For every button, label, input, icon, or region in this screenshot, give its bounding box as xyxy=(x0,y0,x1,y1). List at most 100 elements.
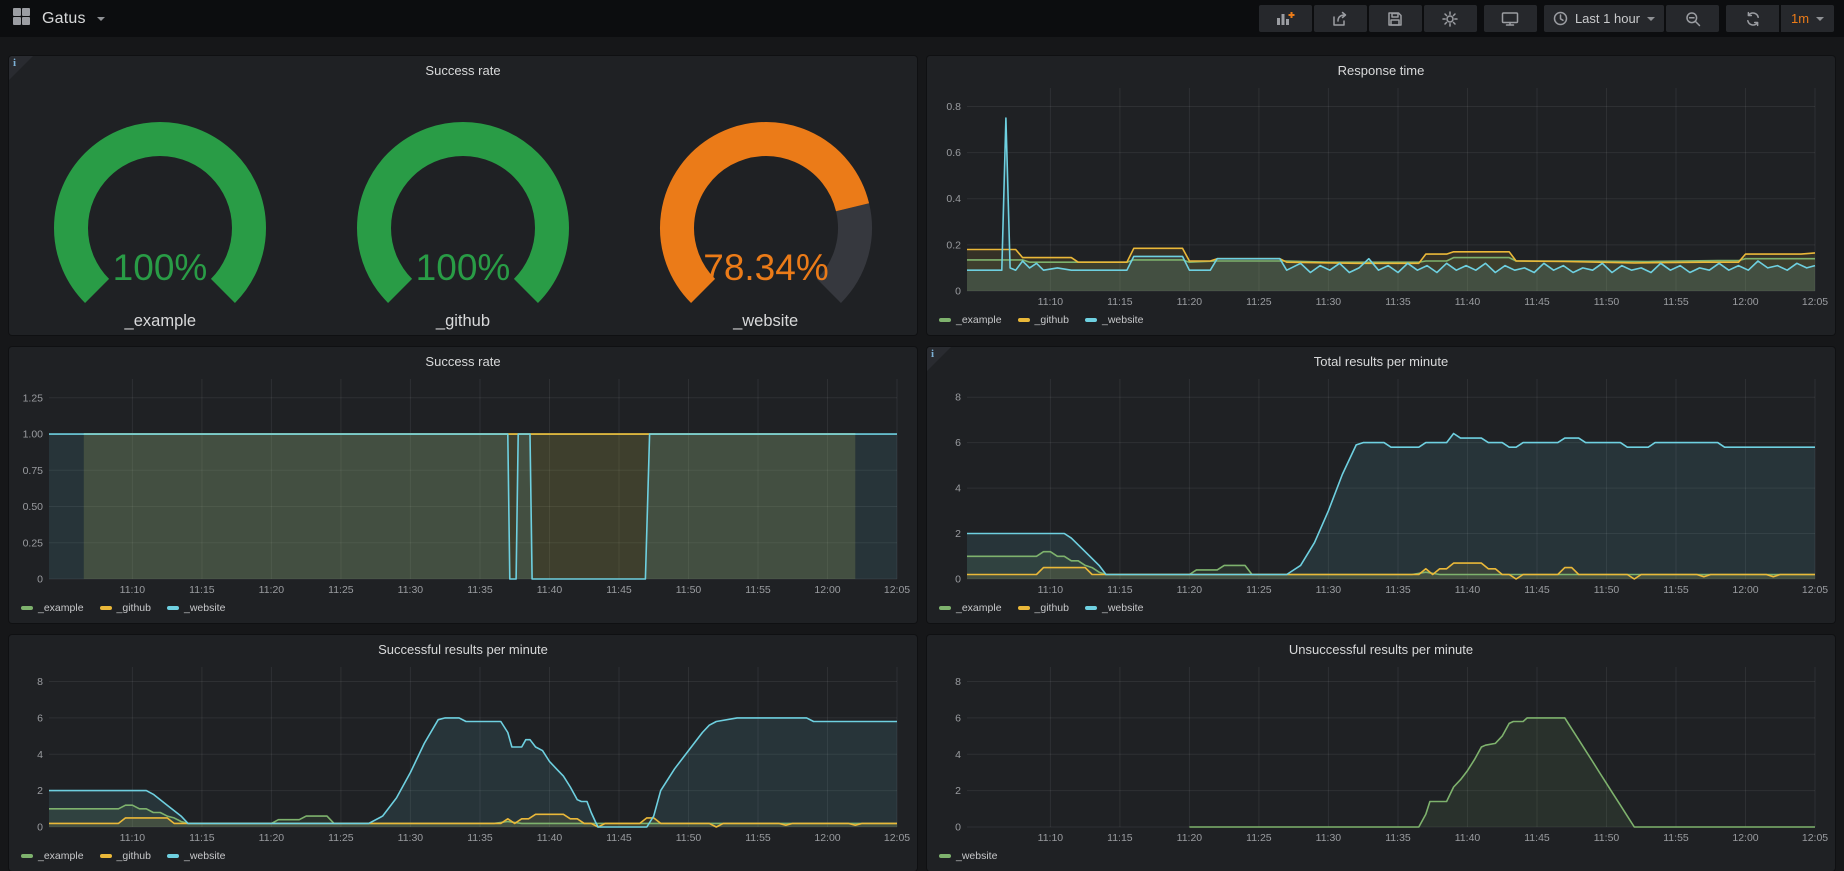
gauge: 100% xyxy=(343,110,583,310)
panel-title[interactable]: Response time xyxy=(927,56,1835,80)
svg-text:12:05: 12:05 xyxy=(1802,832,1828,844)
share-button[interactable] xyxy=(1314,5,1367,32)
legend-item-_example[interactable]: _example xyxy=(939,314,1002,326)
chart-svg[interactable]: 11:1011:1511:2011:2511:3011:3511:4011:45… xyxy=(13,659,913,845)
legend-item-_example[interactable]: _example xyxy=(939,602,1002,614)
svg-text:100%: 100% xyxy=(416,247,511,288)
save-button[interactable] xyxy=(1369,5,1422,32)
svg-text:11:30: 11:30 xyxy=(1316,584,1342,596)
svg-text:0.6: 0.6 xyxy=(946,147,961,159)
chart-svg[interactable]: 11:1011:1511:2011:2511:3011:3511:4011:45… xyxy=(931,659,1831,845)
svg-text:11:25: 11:25 xyxy=(1246,584,1272,596)
legend: _example _github _website xyxy=(9,845,917,871)
svg-text:11:25: 11:25 xyxy=(1246,832,1272,844)
zoom-out-icon xyxy=(1685,11,1701,27)
legend-label: _github xyxy=(117,602,151,614)
legend-item-_website[interactable]: _website xyxy=(167,850,225,862)
svg-text:11:50: 11:50 xyxy=(676,584,702,596)
legend-color-dash xyxy=(167,606,179,610)
legend-label: _github xyxy=(117,850,151,862)
gauge-label: _github xyxy=(436,312,490,331)
svg-text:11:30: 11:30 xyxy=(398,584,424,596)
panel-title[interactable]: Success rate xyxy=(9,347,917,371)
chart-svg[interactable]: 11:1011:1511:2011:2511:3011:3511:4011:45… xyxy=(931,371,1831,597)
legend-item-_github[interactable]: _github xyxy=(1018,314,1069,326)
svg-text:11:15: 11:15 xyxy=(189,584,215,596)
svg-text:0: 0 xyxy=(955,822,961,834)
svg-text:11:50: 11:50 xyxy=(1594,832,1620,844)
svg-text:11:35: 11:35 xyxy=(1385,832,1411,844)
legend-item-_website[interactable]: _website xyxy=(1085,314,1143,326)
svg-text:2: 2 xyxy=(955,785,961,797)
svg-text:12:00: 12:00 xyxy=(814,584,840,596)
legend-item-_example[interactable]: _example xyxy=(21,602,84,614)
time-range-picker[interactable]: Last 1 hour xyxy=(1544,5,1664,32)
legend-item-_github[interactable]: _github xyxy=(100,602,151,614)
panel-success-rate-gauges: i Success rate 100%_example100%_github78… xyxy=(9,56,917,335)
legend-item-_website[interactable]: _website xyxy=(167,602,225,614)
dashboard-caret-down-icon[interactable] xyxy=(97,17,105,21)
svg-text:11:45: 11:45 xyxy=(1524,296,1550,308)
panel-info-corner[interactable]: i xyxy=(927,347,951,371)
dashboard-grid-icon[interactable] xyxy=(12,7,31,31)
legend-item-_github[interactable]: _github xyxy=(100,850,151,862)
add-panel-button[interactable] xyxy=(1259,5,1312,32)
legend-label: _website xyxy=(184,602,225,614)
svg-text:6: 6 xyxy=(955,712,961,724)
success-rate-chart[interactable]: 11:1011:1511:2011:2511:3011:3511:4011:45… xyxy=(13,371,913,597)
legend-label: _website xyxy=(956,850,997,862)
svg-text:0.2: 0.2 xyxy=(946,239,961,251)
panel-info-corner[interactable]: i xyxy=(9,56,33,80)
successful-results-chart[interactable]: 11:1011:1511:2011:2511:3011:3511:4011:45… xyxy=(13,659,913,845)
svg-text:11:20: 11:20 xyxy=(1177,296,1203,308)
legend-item-_github[interactable]: _github xyxy=(1018,602,1069,614)
legend-item-_example[interactable]: _example xyxy=(21,850,84,862)
legend-color-dash xyxy=(1018,318,1030,322)
svg-text:11:10: 11:10 xyxy=(1038,296,1064,308)
svg-text:11:20: 11:20 xyxy=(259,832,285,844)
panel-title[interactable]: Total results per minute xyxy=(927,347,1835,371)
svg-text:11:25: 11:25 xyxy=(328,832,354,844)
chart-svg[interactable]: 11:1011:1511:2011:2511:3011:3511:4011:45… xyxy=(931,80,1831,309)
svg-text:12:05: 12:05 xyxy=(884,832,910,844)
save-icon xyxy=(1387,11,1403,27)
svg-text:11:50: 11:50 xyxy=(676,832,702,844)
svg-text:2: 2 xyxy=(955,528,961,540)
settings-button[interactable] xyxy=(1424,5,1477,32)
svg-text:6: 6 xyxy=(955,437,961,449)
total-results-chart[interactable]: 11:1011:1511:2011:2511:3011:3511:4011:45… xyxy=(931,371,1831,597)
legend: _example _github _website xyxy=(927,309,1835,335)
refresh-button[interactable] xyxy=(1726,5,1779,32)
refresh-interval-picker[interactable]: 1m xyxy=(1781,5,1834,32)
chart-svg[interactable]: 11:1011:1511:2011:2511:3011:3511:4011:45… xyxy=(13,371,913,597)
svg-text:11:15: 11:15 xyxy=(1107,832,1133,844)
legend-color-dash xyxy=(1085,318,1097,322)
legend-label: _example xyxy=(956,314,1002,326)
legend-color-dash xyxy=(21,854,33,858)
dashboard-title[interactable]: Gatus xyxy=(42,10,86,28)
panel-success-rate-series: Success rate 11:1011:1511:2011:2511:3011… xyxy=(9,347,917,623)
panel-title[interactable]: Unsuccessful results per minute xyxy=(927,635,1835,659)
svg-text:11:50: 11:50 xyxy=(1594,584,1620,596)
svg-text:4: 4 xyxy=(955,749,961,761)
svg-text:4: 4 xyxy=(955,483,961,495)
gauge-label: _example xyxy=(125,312,197,331)
legend: _example _github _website xyxy=(9,597,917,623)
svg-text:12:05: 12:05 xyxy=(1802,584,1828,596)
cycle-view-mode-button[interactable] xyxy=(1484,5,1537,32)
unsuccessful-results-chart[interactable]: 11:1011:1511:2011:2511:3011:3511:4011:45… xyxy=(931,659,1831,845)
legend-label: _website xyxy=(1102,314,1143,326)
response-time-chart[interactable]: 11:1011:1511:2011:2511:3011:3511:4011:45… xyxy=(931,80,1831,309)
panel-successful-results: Successful results per minute 11:1011:15… xyxy=(9,635,917,871)
monitor-icon xyxy=(1501,11,1519,27)
gauges-container: 100%_example100%_github78.34%_website xyxy=(9,80,917,335)
zoom-out-button[interactable] xyxy=(1666,5,1719,32)
time-range-caret-down-icon xyxy=(1647,17,1655,21)
legend-item-_website[interactable]: _website xyxy=(1085,602,1143,614)
panel-title[interactable]: Success rate xyxy=(9,56,917,80)
panel-title[interactable]: Successful results per minute xyxy=(9,635,917,659)
time-range-label: Last 1 hour xyxy=(1575,11,1640,26)
svg-text:0.50: 0.50 xyxy=(23,501,44,513)
svg-text:11:40: 11:40 xyxy=(1455,832,1481,844)
legend-item-_website[interactable]: _website xyxy=(939,850,997,862)
